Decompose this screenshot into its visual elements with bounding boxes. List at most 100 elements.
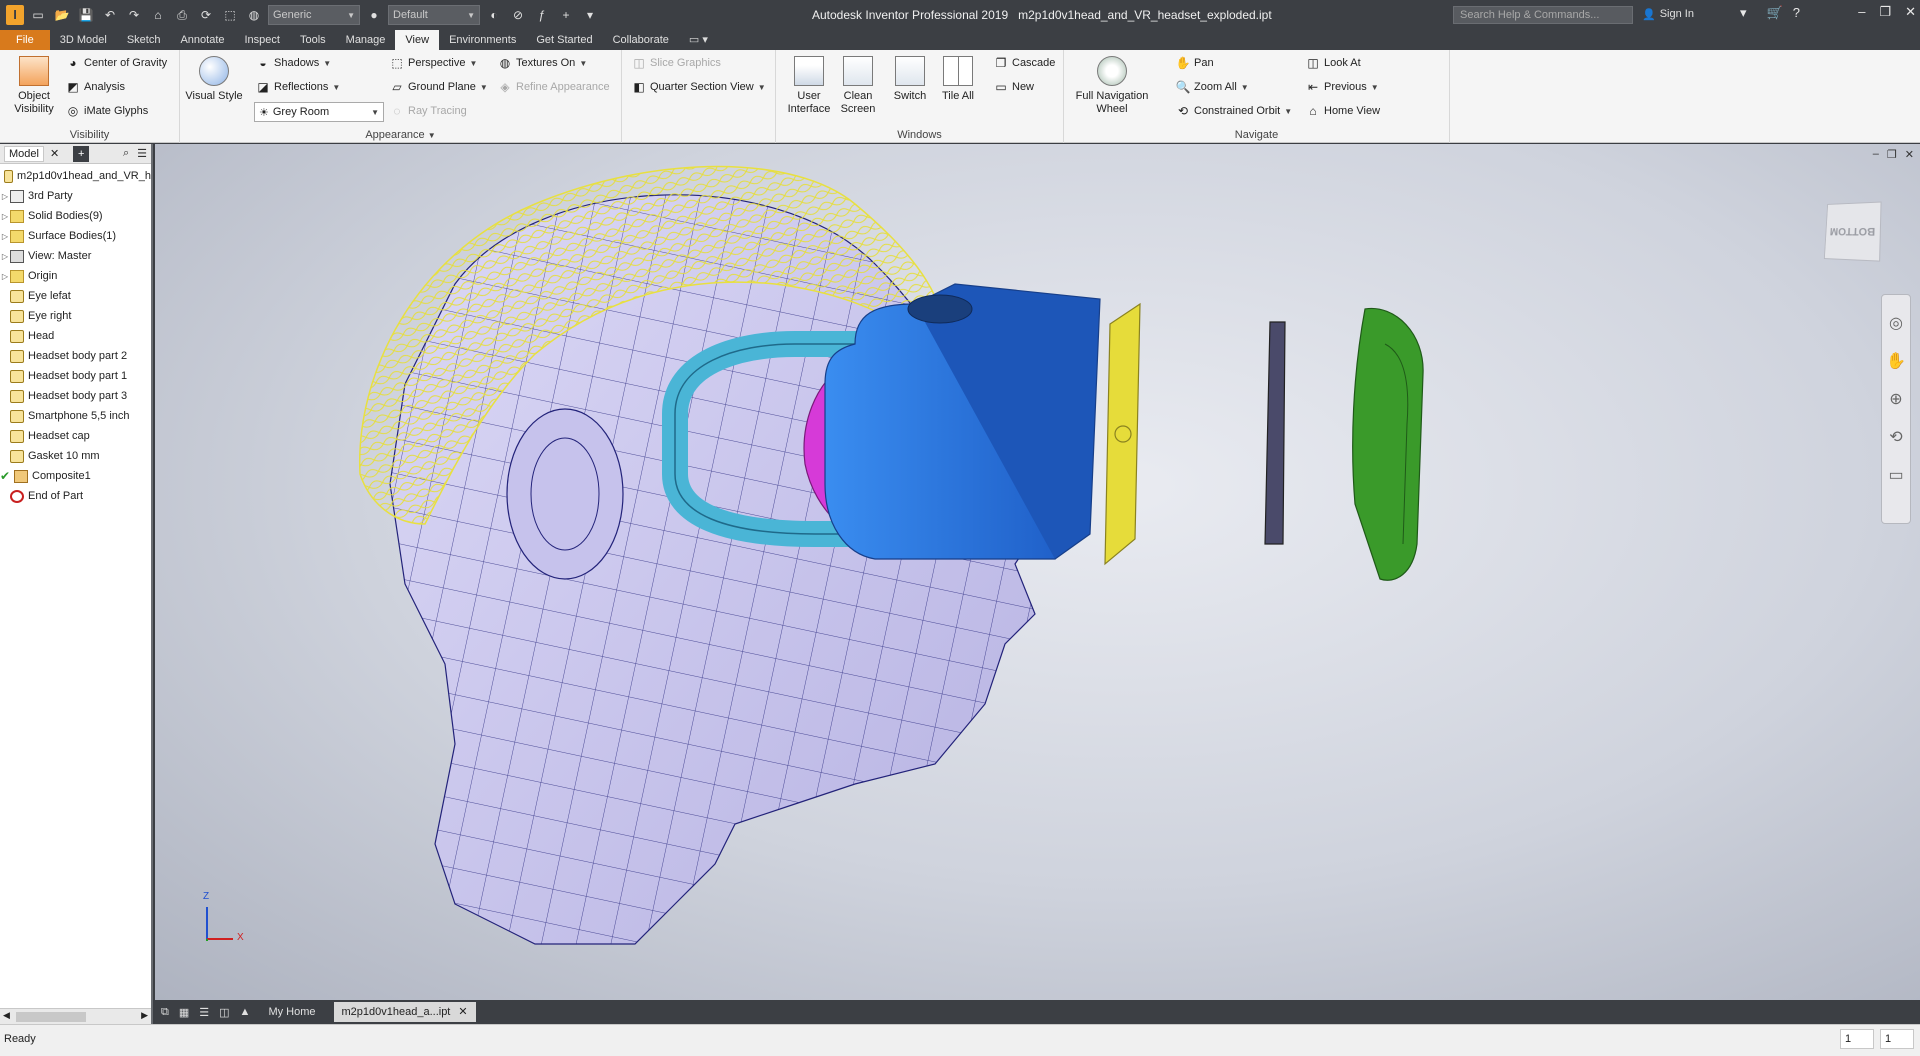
cart-icon[interactable]: 🛒 [1767, 5, 1783, 21]
tab-3d-model[interactable]: 3D Model [50, 30, 117, 50]
constrained-orbit-button[interactable]: ⟲ Constrained Orbit ▼ [1176, 104, 1292, 118]
add-browser-tab-button[interactable]: + [73, 145, 90, 162]
zoom-all-button[interactable]: 🔍 Zoom All ▼ [1176, 80, 1249, 94]
user-interface-button[interactable]: User Interface [784, 56, 834, 116]
smartphone-model[interactable] [1104, 302, 1141, 566]
tree-item-headset-cap[interactable]: Headset cap [0, 426, 151, 446]
tab-tools[interactable]: Tools [290, 30, 336, 50]
tree-item-headset-body-part-1[interactable]: Headset body part 1 [0, 366, 151, 386]
print-icon[interactable]: ⎙ [172, 5, 192, 25]
ground-plane-button[interactable]: ▱ Ground Plane ▼ [390, 80, 487, 94]
previous-view-button[interactable]: ⇤ Previous ▼ [1306, 80, 1379, 94]
tree-root[interactable]: m2p1d0v1head_and_VR_h [0, 166, 151, 186]
lighting-style-combo[interactable]: ☀ Grey Room ▼ [254, 102, 384, 122]
zoom-icon[interactable]: ⊕ [1889, 389, 1902, 409]
tree-item-composite1[interactable]: ✔ Composite1 [0, 466, 151, 486]
redo-icon[interactable]: ↷ [124, 5, 144, 25]
tree-item-eye-right[interactable]: Eye right [0, 306, 151, 326]
expand-icon[interactable]: ▷ [0, 192, 10, 201]
color-wheel-icon[interactable]: ◍ [244, 5, 264, 25]
home-icon[interactable]: ⌂ [148, 5, 168, 25]
app-logo-icon[interactable]: I [6, 5, 24, 25]
tab-file[interactable]: File [0, 30, 50, 50]
refine-appearance-button[interactable]: ◈ Refine Appearance [498, 80, 609, 94]
tree-item-eye-left[interactable]: Eye lefat [0, 286, 151, 306]
expand-icon[interactable]: ▷ [0, 252, 10, 261]
tab-manage[interactable]: Manage [336, 30, 396, 50]
new-window-button[interactable]: ▭ New [994, 80, 1034, 94]
tree-item-solid-bodies[interactable]: ▷ Solid Bodies(9) [0, 206, 151, 226]
menu-icon[interactable]: ☰ [137, 147, 147, 160]
horizontal-split-icon[interactable]: ☰ [199, 1006, 209, 1019]
search-input[interactable]: Search Help & Commands... [1453, 6, 1633, 24]
tile-icon[interactable]: ⧉ [161, 1006, 169, 1019]
adjust-icon[interactable]: ◐ [484, 5, 504, 25]
shadows-button[interactable]: ◒ Shadows ▼ [256, 56, 331, 70]
fx-parameters-icon[interactable]: ƒ [532, 5, 552, 25]
vertical-split-icon[interactable]: ◫ [219, 1006, 229, 1019]
customize-icon[interactable]: ▾ [580, 5, 600, 25]
graphics-viewport[interactable]: – ❐ ✕ BOTTOM ◎ ✋ ⊕ ⟲ ▭ Z X [155, 144, 1920, 1000]
tree-item-smartphone[interactable]: Smartphone 5,5 inch [0, 406, 151, 426]
appearance-combo[interactable]: Default ▼ [388, 5, 480, 25]
restore-icon[interactable]: ❐ [1879, 4, 1891, 20]
save-icon[interactable]: 💾 [76, 5, 96, 25]
close-icon[interactable]: ✕ [50, 147, 59, 160]
expand-icon[interactable]: ▷ [0, 232, 10, 241]
switch-button[interactable]: Switch [888, 56, 932, 103]
pan-button[interactable]: ✋ Pan [1176, 56, 1214, 70]
home-view-button[interactable]: ⌂ Home View [1306, 104, 1380, 118]
quarter-section-view-button[interactable]: ◧ Quarter Section View ▼ [632, 80, 765, 94]
material-combo[interactable]: Generic ▼ [268, 5, 360, 25]
view-cube[interactable]: BOTTOM [1823, 201, 1882, 262]
slice-graphics-button[interactable]: ◫ Slice Graphics [632, 56, 721, 70]
model-tab[interactable]: Model [4, 145, 44, 162]
perspective-button[interactable]: ⬚ Perspective ▼ [390, 56, 477, 70]
tree-item-view-master[interactable]: ▷ View: Master [0, 246, 151, 266]
headset-cap-model[interactable] [1264, 321, 1286, 545]
tree-item-3rd-party[interactable]: ▷ 3rd Party [0, 186, 151, 206]
ray-tracing-button[interactable]: ◌ Ray Tracing [390, 104, 466, 118]
chevron-down-icon[interactable]: ▼ [428, 131, 436, 140]
tree-item-headset-body-part-3[interactable]: Headset body part 3 [0, 386, 151, 406]
tab-my-home[interactable]: My Home [260, 1002, 323, 1022]
analysis-button[interactable]: ◩ Analysis [66, 80, 125, 94]
up-arrow-icon[interactable]: ▲ [240, 1006, 251, 1018]
headset-body-model[interactable] [824, 283, 1101, 560]
tab-view[interactable]: View [395, 30, 440, 50]
center-of-gravity-button[interactable]: ◕ Center of Gravity [66, 56, 167, 70]
undo-icon[interactable]: ↶ [100, 5, 120, 25]
clean-screen-button[interactable]: Clean Screen [836, 56, 880, 116]
tab-get-started[interactable]: Get Started [526, 30, 602, 50]
sign-in-button[interactable]: 👤 Sign In [1642, 8, 1694, 21]
scroll-thumb[interactable] [16, 1012, 86, 1022]
scroll-left-icon[interactable]: ◀ [3, 1010, 10, 1021]
visual-style-button[interactable]: Visual Style [184, 56, 244, 103]
expand-icon[interactable]: ▷ [0, 212, 10, 221]
browser-horizontal-scrollbar[interactable]: ◀ ▶ [0, 1008, 151, 1024]
tree-item-gasket[interactable]: Gasket 10 mm [0, 446, 151, 466]
pan-hand-icon[interactable]: ✋ [1886, 351, 1906, 371]
tree-item-origin[interactable]: ▷ Origin [0, 266, 151, 286]
select-icon[interactable]: ⬚ [220, 5, 240, 25]
close-icon[interactable]: ✕ [458, 1002, 467, 1022]
tree-item-head[interactable]: Head [0, 326, 151, 346]
imate-glyphs-button[interactable]: ◎ iMate Glyphs [66, 104, 148, 118]
search-icon[interactable]: ⌕ [123, 147, 129, 160]
tab-collaborate[interactable]: Collaborate [603, 30, 679, 50]
tab-annotate[interactable]: Annotate [170, 30, 234, 50]
cascade-button[interactable]: ❐ Cascade [994, 56, 1056, 70]
ribbon-options-icon[interactable]: ▭ ▾ [679, 30, 718, 50]
reflections-button[interactable]: ◪ Reflections ▼ [256, 80, 340, 94]
expand-icon[interactable]: ▷ [0, 272, 10, 281]
tree-item-surface-bodies[interactable]: ▷ Surface Bodies(1) [0, 226, 151, 246]
plus-icon[interactable]: + [556, 5, 576, 25]
front-cover-model[interactable] [1352, 307, 1424, 581]
tab-environments[interactable]: Environments [439, 30, 526, 50]
tab-inspect[interactable]: Inspect [235, 30, 290, 50]
tile-all-button[interactable]: Tile All [938, 56, 978, 103]
steering-wheel-icon[interactable]: ◎ [1889, 313, 1903, 333]
update-icon[interactable]: ⟳ [196, 5, 216, 25]
full-navigation-wheel-button[interactable]: Full Navigation Wheel [1072, 56, 1152, 116]
tree-item-end-of-part[interactable]: End of Part [0, 486, 151, 506]
